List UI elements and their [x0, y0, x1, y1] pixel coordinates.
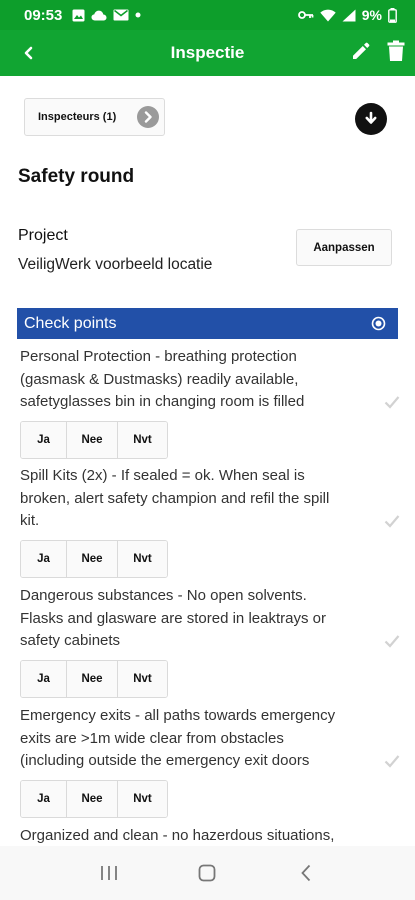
trash-icon: [387, 40, 405, 61]
check-point-item: Spill Kits (2x) - If sealed = ok. When s…: [20, 465, 400, 578]
recent-apps-icon: [101, 866, 118, 880]
battery-percentage: 9%: [361, 7, 382, 23]
back-arrow-icon: [24, 46, 33, 60]
answer-na-button[interactable]: Nvt: [118, 541, 167, 577]
checkmark-icon: [384, 635, 400, 648]
answer-selector: Ja Nee Nvt: [20, 540, 168, 578]
status-time: 09:53: [24, 6, 63, 24]
answer-yes-button[interactable]: Ja: [21, 781, 67, 817]
section-title: Check points: [24, 314, 117, 332]
answer-na-button[interactable]: Nvt: [118, 661, 167, 697]
answer-no-button[interactable]: Nee: [67, 541, 118, 577]
dot-icon: [135, 12, 141, 18]
key-icon: [297, 10, 314, 20]
check-point-item: Personal Protection - breathing protecti…: [20, 346, 400, 459]
checkmark-icon: [384, 515, 400, 528]
inspectors-button[interactable]: Inspecteurs (1): [24, 98, 165, 136]
wifi-icon: [320, 9, 336, 22]
cloud-icon: [91, 10, 107, 21]
answer-yes-button[interactable]: Ja: [21, 541, 67, 577]
checkmark-icon: [384, 396, 400, 409]
answer-selector: Ja Nee Nvt: [20, 780, 168, 818]
project-value: VeiligWerk voorbeeld locatie: [18, 256, 213, 273]
answer-no-button[interactable]: Nee: [67, 661, 118, 697]
target-icon: [371, 316, 386, 331]
back-nav-button[interactable]: [286, 853, 326, 893]
adjust-project-button[interactable]: Aanpassen: [296, 229, 392, 266]
check-points-header[interactable]: Check points: [17, 308, 398, 339]
check-point-item: Emergency exits - all paths towards emer…: [20, 705, 400, 818]
checkmark-icon: [384, 755, 400, 768]
delete-button[interactable]: [387, 40, 409, 64]
status-bar: 09:53 9%: [0, 0, 415, 30]
battery-icon: [388, 7, 397, 23]
signal-icon: [342, 9, 356, 22]
inspection-title: Safety round: [18, 166, 135, 187]
check-point-text: Dangerous substances - No open solvents.…: [20, 587, 326, 649]
download-button[interactable]: [355, 103, 387, 135]
inspectors-label: Inspecteurs (1): [38, 111, 117, 123]
app-bar: Inspectie: [0, 30, 415, 76]
image-notification-icon: [72, 9, 85, 22]
check-point-item: Organized and clean - no hazerdous situa…: [20, 825, 400, 846]
answer-selector: Ja Nee Nvt: [20, 660, 168, 698]
answer-yes-button[interactable]: Ja: [21, 661, 67, 697]
answer-yes-button[interactable]: Ja: [21, 422, 67, 458]
check-point-text: Organized and clean - no hazerdous situa…: [20, 827, 335, 844]
download-arrow-icon: [365, 111, 377, 124]
page-title: Inspectie: [170, 43, 245, 62]
mail-notification-icon: [113, 9, 129, 21]
answer-no-button[interactable]: Nee: [67, 781, 118, 817]
system-nav-bar: [0, 846, 415, 900]
check-point-item: Dangerous substances - No open solvents.…: [20, 585, 400, 698]
home-button[interactable]: [187, 853, 227, 893]
check-point-text: Spill Kits (2x) - If sealed = ok. When s…: [20, 467, 330, 529]
answer-na-button[interactable]: Nvt: [118, 781, 167, 817]
answer-no-button[interactable]: Nee: [67, 422, 118, 458]
back-button[interactable]: [18, 42, 40, 64]
pencil-icon: [353, 42, 370, 59]
chevron-right-icon: [137, 106, 159, 128]
edit-button[interactable]: [351, 41, 373, 63]
recent-apps-button[interactable]: [89, 853, 129, 893]
home-icon: [199, 864, 216, 882]
check-point-text: Personal Protection - breathing protecti…: [20, 348, 305, 410]
project-label: Project: [18, 227, 68, 244]
back-chevron-icon: [301, 864, 310, 882]
check-point-text: Emergency exits - all paths towards emer…: [20, 707, 336, 769]
answer-selector: Ja Nee Nvt: [20, 421, 168, 459]
inspection-content: Inspecteurs (1) Safety round Project Vei…: [0, 76, 415, 846]
answer-na-button[interactable]: Nvt: [118, 422, 167, 458]
